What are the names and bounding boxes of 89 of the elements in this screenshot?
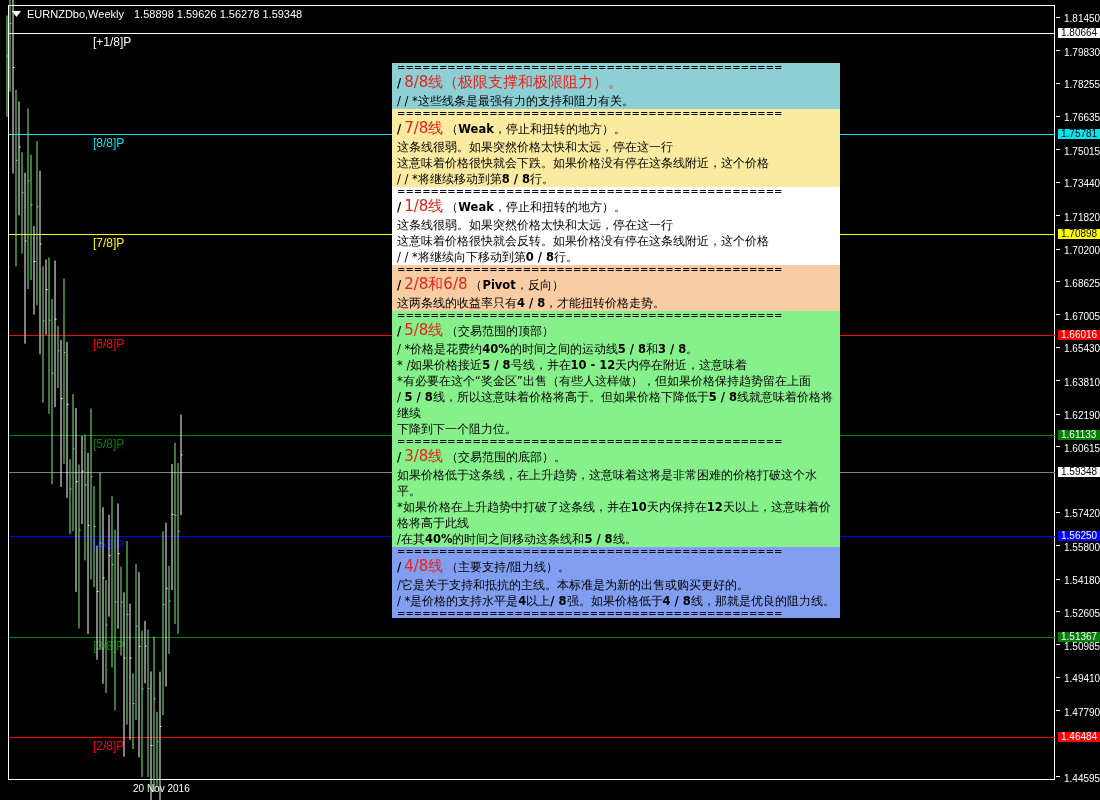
level-price-tag: 1.75781	[1058, 128, 1100, 139]
price-tick: 1.49410	[1064, 674, 1100, 685]
level-price-tag: 1.66016	[1058, 329, 1100, 340]
note-line: / *价格是花费约40%的时间之间的运动线5 / 8和3 / 8。	[397, 341, 700, 357]
section-title: 7/8线	[404, 118, 444, 138]
price-tick: 1.71820	[1064, 212, 1100, 223]
separator-text: ==============================================	[397, 437, 784, 446]
section-subtitle: （Weak，停止和扭转的地方）。	[446, 199, 626, 216]
title-prefix: /	[397, 449, 402, 466]
separator-text: ==============================================	[397, 311, 784, 320]
note-line: 这意味着价格很快就会下跌。如果价格没有停在这条线附近，这个价格	[397, 155, 770, 171]
separator-text: ==============================================	[397, 609, 784, 618]
note-line: 这条线很弱。如果突然价格太快和太远，停在这一行	[397, 217, 674, 233]
dropdown-arrow-icon[interactable]	[12, 11, 21, 17]
level-label: [3/8]P	[93, 638, 125, 653]
price-tick: 1.68625	[1064, 278, 1100, 289]
note-line: 这两条线的收益率只有4 / 8，才能扭转价格走势。	[397, 295, 667, 311]
title-prefix: /	[397, 75, 402, 92]
note-line: / *是价格的支持水平是4以上/ 8强。如果价格低于4 / 8线，那就是优良的阻力线。	[397, 593, 836, 609]
price-tick: 1.52605	[1064, 608, 1100, 619]
note-line: 这意味着价格很快就会反转。如果价格没有停在这条线附近，这个价格	[397, 233, 770, 249]
ohlc-values: 1.58898 1.59626 1.56278 1.59348	[134, 8, 303, 20]
note-line: *如果价格在上升趋势中打破了这条线，并在10天内保持在12天以上，这意味着价格将高于此线	[397, 499, 832, 531]
separator-text: ==============================================	[397, 187, 784, 196]
chart-symbol: EURNZDbo,Weekly	[27, 8, 124, 20]
section-title: 8/8线（极限支撑和极限阻力）。	[404, 72, 624, 92]
title-prefix: /	[397, 559, 402, 576]
price-tick: 1.50985	[1064, 641, 1100, 652]
note-line: / / *将继续移动到第8 / 8行。	[397, 171, 556, 187]
level-price-tag: 1.56250	[1058, 530, 1100, 541]
price-tick: 1.79830	[1064, 47, 1100, 58]
separator-text: ==============================================	[397, 265, 784, 274]
level-price-tag: 1.46484	[1058, 732, 1100, 743]
section-title: 1/8线	[404, 196, 444, 216]
price-tick: 1.70200	[1064, 246, 1100, 257]
note-line: / / *这些线条是最强有力的支持和阻力有关。	[397, 93, 635, 109]
level-price-tag: 1.51367	[1058, 631, 1100, 642]
title-prefix: /	[397, 121, 402, 138]
note-line: / / *将继续向下移动到第0 / 8行。	[397, 249, 580, 265]
section-title: 5/8线	[404, 320, 444, 340]
level-price-tag: 1.80664	[1058, 28, 1100, 38]
price-tick: 1.62190	[1064, 411, 1100, 422]
separator-text: ==============================================	[397, 547, 784, 556]
note-line: *有必要在这个“奖金区”出售（有些人这样做），但如果价格保持趋势留在上面	[397, 373, 812, 389]
level-label: [8/8]P	[93, 135, 125, 150]
title-prefix: /	[397, 277, 402, 294]
section-subtitle: （交易范围的顶部）	[446, 323, 555, 340]
level-label: [+1/8]P	[93, 35, 132, 49]
section-subtitle: （交易范围的底部）。	[446, 449, 567, 466]
price-tick: 1.67005	[1064, 311, 1100, 322]
price-tick: 1.63810	[1064, 377, 1100, 388]
section-title: 4/8线	[404, 556, 444, 576]
level-label: [6/8]P	[93, 336, 125, 351]
section-subtitle: （Weak，停止和扭转的地方）。	[446, 121, 626, 138]
note-line: * /如果价格接近5 / 8号线，并在10 - 12天内停在附近，这意味着	[397, 357, 749, 373]
note-line: /它是关于支持和抵抗的主线。本标准是为新的出售或购买更好的。	[397, 577, 750, 593]
price-tick: 1.65430	[1064, 344, 1100, 355]
level-label: [4/8]P	[93, 537, 125, 552]
price-tick: 1.78255	[1064, 80, 1100, 91]
separator-text: ==============================================	[397, 109, 784, 118]
price-tick: 1.81450	[1064, 14, 1100, 25]
price-tick: 1.55800	[1064, 542, 1100, 553]
price-tick: 1.76635	[1064, 113, 1100, 124]
note-line: 下降到下一个阻力位。	[397, 421, 518, 437]
level-label: [2/8]P	[93, 739, 125, 754]
date-label: 20 Nov 2016	[133, 783, 190, 794]
price-tick: 1.60615	[1064, 443, 1100, 454]
note-line: 这条线很弱。如果突然价格太快和太远，停在这一行	[397, 139, 674, 155]
price-tick: 1.54180	[1064, 576, 1100, 587]
level-label: [5/8]P	[93, 437, 125, 452]
section-title: 2/8和6/8	[404, 274, 468, 294]
level-label: [7/8]P	[93, 236, 125, 251]
title-prefix: /	[397, 199, 402, 216]
price-tick: 1.57420	[1064, 509, 1100, 520]
level-price-tag: 1.61133	[1058, 430, 1100, 441]
current-price-tag: 1.59348	[1058, 467, 1100, 478]
section-subtitle: （Pivot，反向）	[470, 277, 564, 294]
price-tick: 1.75015	[1064, 146, 1100, 157]
note-line: /在其40%的时间之间移动这条线和5 / 8线。	[397, 531, 638, 547]
separator-text: ==============================================	[397, 63, 784, 72]
section-title: 3/8线	[404, 446, 444, 466]
section-subtitle: （主要支持/阻力线）。	[446, 559, 571, 576]
title-prefix: /	[397, 323, 402, 340]
price-tick: 1.47790	[1064, 707, 1100, 718]
price-tick: 1.44595	[1064, 773, 1100, 784]
price-tick: 1.73440	[1064, 179, 1100, 190]
note-line: 如果价格低于这条线，在上升趋势，这意味着这将是非常困难的价格打破这个水平。	[397, 467, 818, 499]
note-line: / 5 / 8线，所以这意味着价格将高于。但如果价格下降低于5 / 8线就意味着价格将继续	[397, 389, 834, 421]
level-price-tag: 1.70898	[1058, 229, 1100, 240]
